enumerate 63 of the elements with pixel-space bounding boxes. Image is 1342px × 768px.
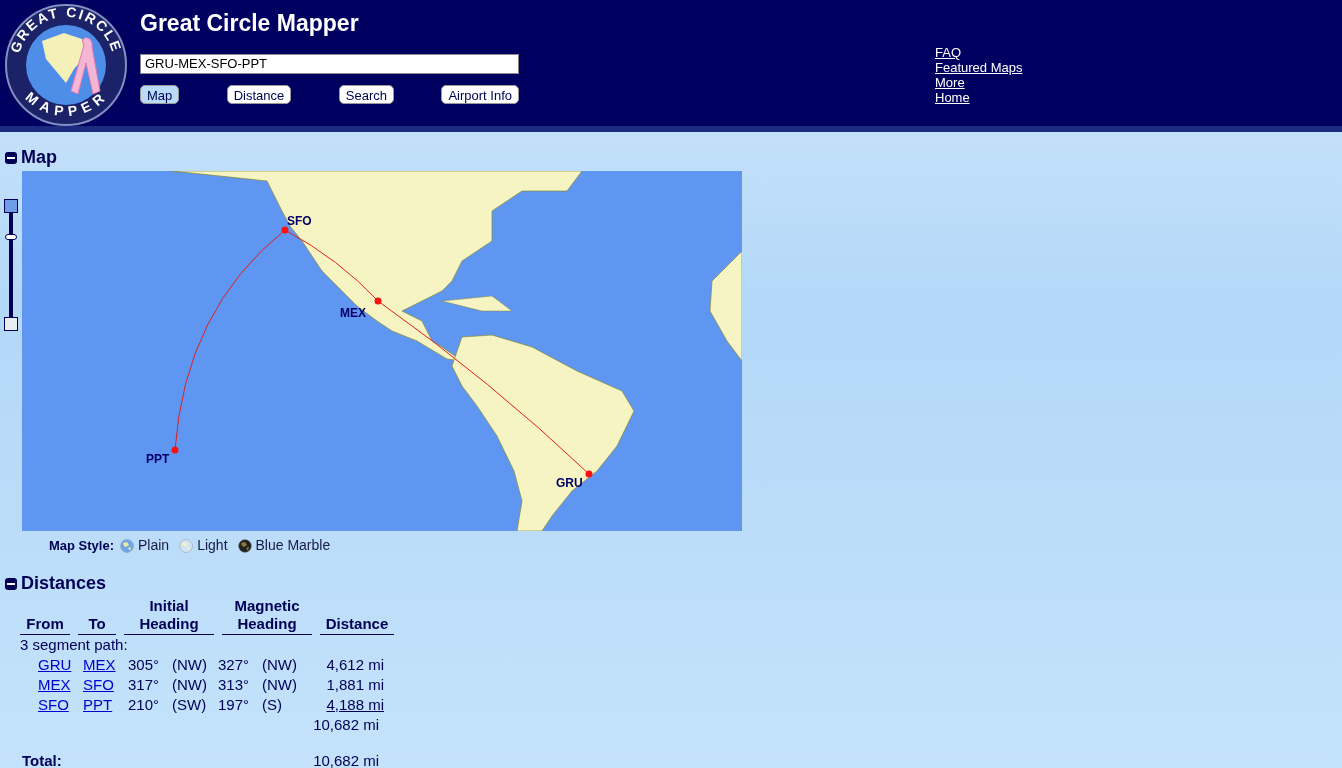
zoom-thumb[interactable] — [5, 234, 17, 240]
collapse-icon[interactable] — [5, 577, 17, 590]
airport-link[interactable]: MEX — [38, 675, 83, 695]
airport-link[interactable]: PPT — [83, 695, 128, 715]
airport-link[interactable]: MEX — [83, 655, 128, 675]
table-cell-text: (S) — [262, 695, 283, 715]
airport-label: SFO — [287, 214, 312, 228]
table-cell-text: (NW) — [172, 675, 208, 695]
site-title: Great Circle Mapper — [140, 9, 360, 38]
subtotal-cell: 10,682 mi — [313, 715, 379, 735]
airport-link[interactable]: SFO — [38, 695, 83, 715]
section-title: Distances — [21, 572, 107, 595]
airport-label: MEX — [340, 306, 366, 320]
zoom-in-icon[interactable] — [4, 199, 18, 213]
header-link[interactable]: Featured Maps — [935, 60, 1023, 75]
route-input-field[interactable]: GRU-MEX-SFO-PPT — [140, 53, 519, 74]
airport-dot — [281, 226, 289, 234]
column-header: Magnetic Heading — [222, 597, 312, 635]
table-cell-text: 210° — [128, 695, 161, 715]
airport-link[interactable]: SFO — [83, 675, 128, 695]
table-cell-text: 197° — [218, 695, 251, 715]
column-header: Distance — [320, 615, 394, 635]
zoom-slider[interactable] — [4, 199, 18, 331]
globe-icon — [179, 538, 194, 553]
airport-label: GRU — [556, 476, 583, 490]
column-header: Initial Heading — [124, 597, 214, 635]
table-cell-text: 4,188 mi — [325, 695, 384, 715]
airport-dot — [171, 446, 179, 454]
table-cell-text: (NW) — [262, 655, 298, 675]
header-link[interactable]: More — [935, 75, 1023, 90]
column-header: From — [20, 615, 70, 635]
map-style-link[interactable]: Blue Marble — [255, 535, 331, 556]
airport-label: PPT — [146, 452, 170, 466]
table-cell-text: 313° — [218, 675, 251, 695]
airport-dot — [374, 297, 382, 305]
map-style-link[interactable]: Plain — [138, 535, 170, 556]
path-label: 3 segment path: — [20, 635, 129, 655]
header-link[interactable]: FAQ — [935, 45, 1023, 60]
table-cell-text: 305° — [128, 655, 161, 675]
airport-dot — [585, 470, 593, 478]
nav-button[interactable]: Search — [338, 84, 394, 104]
map-style-label: Map Style: — [49, 536, 114, 555]
total-cell: 10,682 mi — [313, 751, 379, 768]
globe-icon — [237, 538, 252, 553]
table-cell-text: 1,881 mi — [325, 675, 384, 695]
table-cell-text: (NW) — [172, 655, 208, 675]
nav-button[interactable]: Map — [140, 84, 180, 104]
table-cell-text: 317° — [128, 675, 161, 695]
nav-button[interactable]: Distance — [226, 84, 292, 104]
table-cell-text: (SW) — [172, 695, 208, 715]
table-cell-text: 327° — [218, 655, 251, 675]
collapse-icon[interactable] — [5, 151, 17, 164]
column-header: To — [78, 615, 116, 635]
globe-icon — [120, 538, 134, 553]
map-style-link[interactable]: Light — [197, 535, 228, 556]
zoom-out-icon[interactable] — [4, 317, 18, 331]
airport-link[interactable]: GRU — [38, 655, 83, 675]
total-label: Total: — [22, 751, 62, 768]
section-title: Map — [21, 146, 57, 169]
header-link[interactable]: Home — [935, 90, 1023, 105]
table-cell-text: 4,612 mi — [325, 655, 384, 675]
table-cell-text: (NW) — [262, 675, 298, 695]
nav-button[interactable]: Airport Info — [441, 84, 519, 104]
